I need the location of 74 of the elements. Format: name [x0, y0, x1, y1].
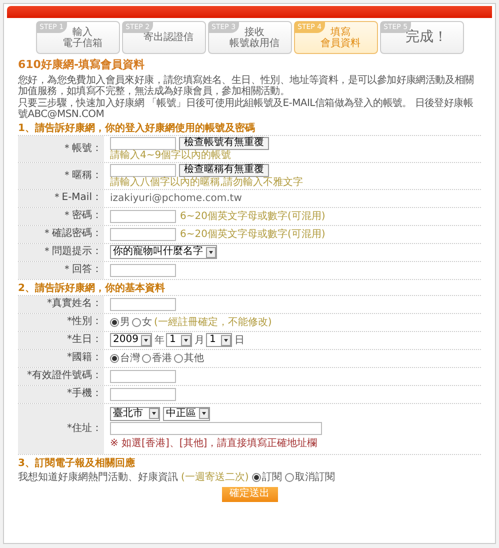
step-label: 帳號啟用信	[230, 38, 280, 48]
hint-text: (一經註冊確定，不能修改)	[154, 316, 272, 328]
input-field[interactable]	[110, 264, 176, 276]
radio-label: 女	[142, 316, 152, 330]
step-label: 填寫	[330, 26, 350, 38]
field-label: *真實姓名：	[18, 296, 104, 312]
caret-icon	[149, 408, 159, 419]
intro-text: 您好，為您免費加入會員來好康，請您填寫姓名、生日、性別、地址等資料，是可以參加好康網活動及相關加值服務，如填寫不完整，無法成為好康會員，參加相關活動。	[18, 74, 475, 96]
section-heading: 3、訂閱電子報及相關回應	[18, 456, 136, 470]
caret-icon	[199, 408, 209, 419]
radio-label: 台灣	[120, 352, 140, 366]
caret-icon	[141, 334, 152, 346]
radio-button[interactable]	[174, 354, 183, 362]
field-label: ＊帳號：	[18, 136, 104, 162]
radio-label: 香港	[152, 352, 172, 366]
page-title: 610好康網-填寫會員資料	[18, 57, 146, 73]
check-button[interactable]: 檢查帳號有無重覆	[179, 136, 269, 150]
hint-text: (一週寄送二次)	[181, 470, 249, 484]
field-label: *性別：	[18, 314, 104, 330]
dropdown[interactable]: 1	[166, 333, 192, 347]
hint-text: 6~20個英文字母或數字(可混用)	[180, 228, 326, 240]
input-field[interactable]	[110, 388, 176, 400]
field-label: ＊密碼：	[18, 208, 104, 224]
dropdown[interactable]: 臺北市	[110, 406, 160, 420]
input-field[interactable]	[110, 164, 176, 176]
input-field[interactable]	[110, 370, 176, 382]
address-note: ※ 如選[香港]、[其他]，請直接填寫正確地址欄	[110, 436, 318, 450]
input-field[interactable]	[110, 136, 176, 150]
input-field[interactable]	[110, 422, 322, 434]
date-unit: 年	[154, 334, 164, 348]
input-field[interactable]	[110, 228, 176, 240]
caret-icon	[206, 246, 216, 258]
check-button[interactable]: 檢查暱稱有無重覆	[179, 164, 269, 176]
input-field[interactable]	[110, 298, 176, 310]
dropdown[interactable]: 你的寵物叫什麼名字	[110, 245, 217, 259]
radio-button[interactable]	[110, 354, 119, 362]
hint-text: 請輸入八個字以內的暱稱,請勿輸入不雅文字	[110, 176, 304, 188]
caret-icon	[181, 334, 192, 346]
step-label: 電子信箱	[62, 38, 102, 48]
radio-label: 男	[120, 316, 130, 330]
field-label: ＊問題提示：	[18, 244, 104, 260]
step-label: 輸入	[72, 26, 92, 38]
subscribe-text: 我想知道好康網熱門活動、好康資訊	[18, 470, 178, 484]
input-field[interactable]	[110, 210, 176, 222]
email-value: izakiyuri@pchome.com.tw	[110, 192, 242, 206]
step-label: 會員資料	[320, 38, 360, 48]
field-label: ＊E-Mail：	[18, 190, 104, 206]
dropdown[interactable]: 1	[206, 333, 232, 347]
caret-icon	[221, 334, 232, 346]
dropdown[interactable]: 中正區	[163, 406, 210, 420]
field-label: ＊暱稱：	[18, 162, 104, 188]
radio-label: 取消訂閱	[294, 470, 335, 484]
radio-button[interactable]	[284, 472, 294, 482]
step-label: 接收	[244, 26, 264, 38]
hint-text: 請輸入4~9個字以內的帳號	[110, 150, 232, 160]
field-label: *國籍：	[18, 350, 104, 366]
radio-button[interactable]	[252, 472, 261, 482]
field-label: *生日：	[18, 332, 104, 348]
radio-button[interactable]	[142, 354, 151, 362]
field-label: ＊確認密碼：	[18, 226, 104, 242]
hint-text: 6~20個英文字母或數字(可混用)	[180, 210, 326, 222]
dropdown[interactable]: 2009	[110, 333, 152, 347]
field-label: *有效證件號碼：	[18, 368, 104, 384]
radio-label: 其他	[184, 352, 204, 366]
intro-text: 只要三步驟，快速加入好康網 「帳號」日後可使用此組帳號及E-MAIL信箱做為登入的帳號。 日後登好康帳號ABC@MSN.COM	[18, 98, 474, 120]
date-unit: 日	[234, 334, 244, 348]
step-label: 寄出認證信	[144, 32, 194, 43]
field-label: *住址：	[18, 404, 104, 454]
radio-label: 訂閱	[262, 470, 282, 484]
date-unit: 月	[194, 334, 204, 348]
field-label: *手機：	[18, 386, 104, 402]
field-label: ＊回答：	[18, 262, 104, 278]
radio-button[interactable]	[132, 318, 141, 326]
radio-button[interactable]	[110, 318, 119, 326]
